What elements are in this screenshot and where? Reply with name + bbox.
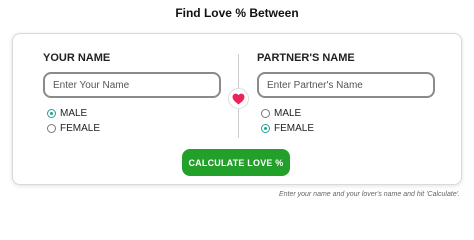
calculator-card: YOUR NAME MALE FEMALE PARTNER'S NAME MAL… [12,33,462,185]
calculate-love-button[interactable]: CALCULATE LOVE % [182,149,290,176]
radio-label: MALE [274,108,302,119]
radio-label: FEMALE [60,123,101,134]
partner-gender-male-radio[interactable]: MALE [261,107,301,120]
radio-checked-icon [47,109,56,118]
love-calculator-page: Find Love % Between YOUR NAME MALE FEMAL… [0,0,474,208]
page-title: Find Love % Between [175,6,299,20]
instruction-hint: Enter your name and your lover's name an… [278,191,460,198]
radio-label: FEMALE [274,123,315,134]
your-gender-male-radio[interactable]: MALE [47,107,87,120]
your-name-input[interactable] [43,72,221,98]
radio-unchecked-icon [47,124,56,133]
heart-icon [232,93,245,104]
radio-checked-icon [261,124,270,133]
partner-gender-female-radio[interactable]: FEMALE [261,122,314,135]
radio-unchecked-icon [261,109,270,118]
your-name-label: YOUR NAME [43,52,111,64]
radio-label: MALE [60,108,88,119]
heart-badge [228,88,249,109]
partner-name-label: PARTNER'S NAME [257,52,355,64]
your-gender-female-radio[interactable]: FEMALE [47,122,100,135]
partner-name-input[interactable] [257,72,435,98]
